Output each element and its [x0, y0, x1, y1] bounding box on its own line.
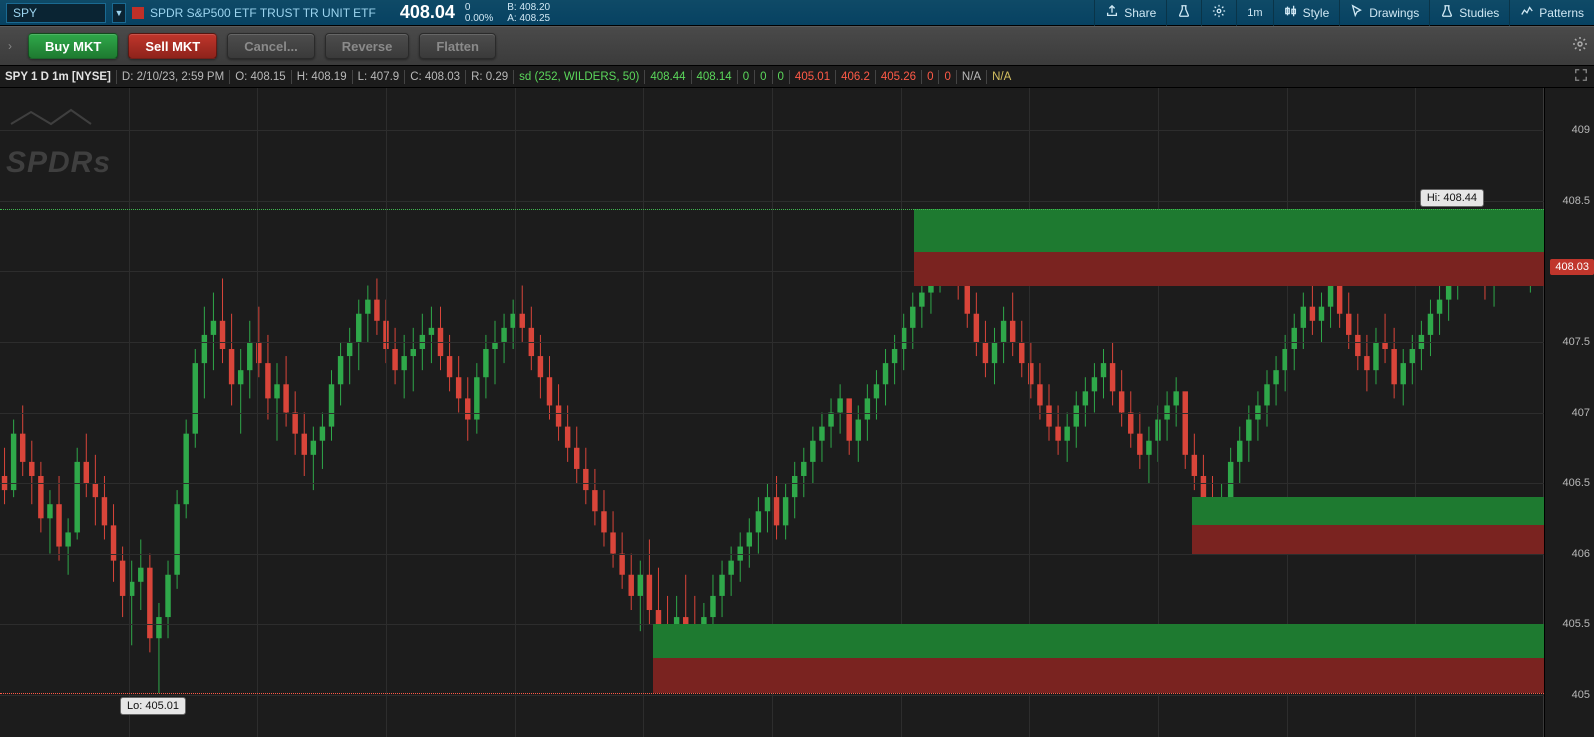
chart-header: SPY 1 D 1m [NYSE] [0, 71, 116, 83]
high-line [0, 209, 1544, 210]
patterns-label: Patterns [1539, 6, 1584, 20]
ohlc-close: C: 408.03 [405, 71, 465, 83]
cancel-button[interactable]: Cancel... [227, 33, 314, 59]
symbol-dropdown[interactable]: ▼ [112, 3, 126, 23]
timeframe-button[interactable]: 1m [1236, 0, 1272, 26]
study-val-1: 408.44 [645, 71, 690, 83]
ohlc-low: L: 407.9 [353, 71, 405, 83]
studies-label: Studies [1459, 6, 1499, 20]
style-label: Style [1303, 6, 1330, 20]
symbol-input[interactable]: SPY [6, 3, 106, 23]
quote-bar: SPY ▼ SPDR S&P500 ETF TRUST TR UNIT ETF … [0, 0, 1594, 26]
symbol-text: SPY [13, 6, 37, 20]
y-tick-label: 407 [1572, 407, 1590, 419]
price-change: 00.00% [465, 2, 493, 24]
ohlc-high: H: 408.19 [292, 71, 352, 83]
study-rval-1: 405.01 [790, 71, 835, 83]
beaker-icon [1177, 4, 1191, 21]
status-indicator [132, 7, 144, 19]
low-marker: Lo: 405.01 [120, 697, 186, 715]
low-line [0, 693, 1544, 694]
bid-ask: B: 408.20 A: 408.25 [507, 2, 550, 24]
studies-button[interactable]: Studies [1429, 0, 1509, 26]
beaker-button[interactable] [1166, 0, 1201, 26]
candle-icon [1284, 4, 1298, 21]
gear-icon [1212, 4, 1226, 21]
study-zero-3: 0 [773, 71, 789, 83]
zone-upper [1192, 497, 1544, 525]
share-icon [1105, 4, 1119, 21]
study-val-2: 408.14 [692, 71, 737, 83]
high-marker: Hi: 408.44 [1420, 189, 1484, 207]
study-rval-3: 405.26 [876, 71, 921, 83]
ohlc-date: D: 2/10/23, 2:59 PM [117, 71, 229, 83]
sell-button[interactable]: Sell MKT [128, 33, 217, 59]
study-zero-5: 0 [939, 71, 955, 83]
instrument-name: SPDR S&P500 ETF TRUST TR UNIT ETF [150, 6, 376, 20]
y-tick-label: 407.5 [1562, 336, 1590, 348]
ohlc-bar: SPY 1 D 1m [NYSE] D: 2/10/23, 2:59 PM O:… [0, 66, 1594, 88]
timeframe-label: 1m [1247, 7, 1262, 19]
expand-chart-icon[interactable] [1574, 68, 1588, 85]
study-zero-1: 0 [738, 71, 754, 83]
y-tick-label: 406 [1572, 548, 1590, 560]
y-tick-label: 405.5 [1562, 618, 1590, 630]
zone-upper [914, 209, 1544, 251]
zone-lower [914, 252, 1544, 286]
zone-lower [1192, 525, 1544, 553]
drawings-label: Drawings [1369, 6, 1419, 20]
flatten-button[interactable]: Flatten [419, 33, 496, 59]
drawings-button[interactable]: Drawings [1339, 0, 1429, 26]
gear-icon [1572, 39, 1588, 56]
study-name: sd (252, WILDERS, 50) [514, 71, 644, 83]
study-zero-2: 0 [755, 71, 771, 83]
study-na-2: N/A [987, 71, 1016, 83]
patterns-icon [1520, 4, 1534, 21]
patterns-button[interactable]: Patterns [1509, 0, 1594, 26]
y-tick-label: 405 [1572, 689, 1590, 701]
study-zero-4: 0 [922, 71, 938, 83]
ohlc-range: R: 0.29 [466, 71, 513, 83]
zone-upper [653, 624, 1544, 658]
expand-left-icon[interactable]: › [8, 39, 18, 53]
share-button[interactable]: Share [1094, 0, 1166, 26]
y-tick-label: 408.5 [1562, 195, 1590, 207]
y-tick-label: 406.5 [1562, 477, 1590, 489]
settings-button[interactable] [1201, 0, 1236, 26]
study-rval-2: 406.2 [836, 71, 875, 83]
share-label: Share [1124, 6, 1156, 20]
y-tick-label: 409 [1572, 124, 1590, 136]
ohlc-open: O: 408.15 [230, 71, 291, 83]
study-na-1: N/A [957, 71, 986, 83]
y-axis[interactable]: 409408.5408407.5407406.5406405.5405408.0… [1544, 88, 1594, 737]
zone-lower [653, 658, 1544, 693]
chart-area[interactable]: SPDRs Hi: 408.44Lo: 405.01 409408.540840… [0, 88, 1594, 737]
last-price: 408.04 [400, 2, 455, 23]
action-bar: › Buy MKT Sell MKT Cancel... Reverse Fla… [0, 26, 1594, 66]
current-price-tag: 408.03 [1550, 259, 1594, 275]
style-button[interactable]: Style [1273, 0, 1340, 26]
actionbar-settings[interactable] [1572, 36, 1588, 57]
reverse-button[interactable]: Reverse [325, 33, 410, 59]
studies-icon [1440, 4, 1454, 21]
buy-button[interactable]: Buy MKT [28, 33, 118, 59]
cursor-icon [1350, 4, 1364, 21]
